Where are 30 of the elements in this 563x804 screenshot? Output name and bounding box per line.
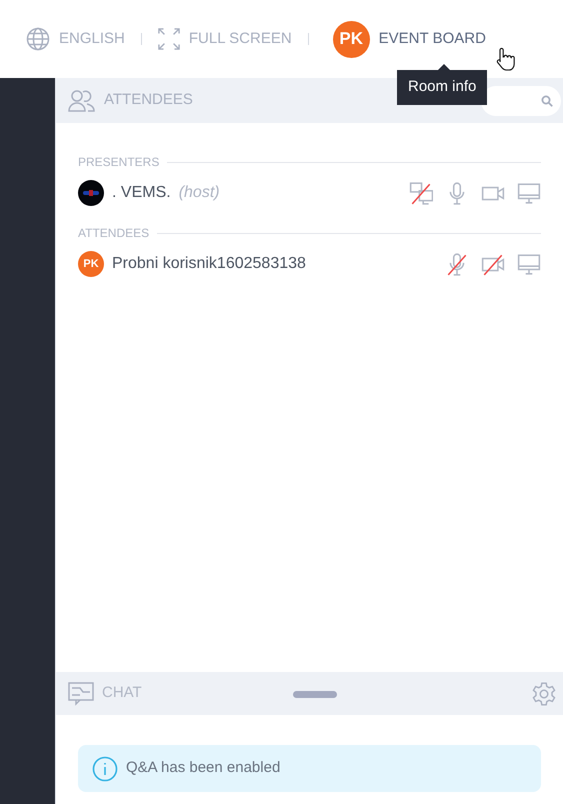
hand-cursor-icon: [494, 47, 516, 73]
chat-icon: [68, 682, 94, 706]
participant-name: . VEMS.: [112, 183, 171, 203]
presenter-icon[interactable]: [409, 181, 433, 205]
settings-icon[interactable]: [531, 680, 557, 706]
group-heading: PRESENTERS: [78, 154, 160, 171]
monitor-icon[interactable]: [517, 252, 541, 276]
monitor-icon[interactable]: [517, 181, 541, 205]
tooltip: Room info: [397, 70, 488, 105]
notice-text: Q&A has been enabled: [126, 758, 280, 778]
chat-title: CHAT: [102, 683, 142, 704]
search-icon: [541, 94, 553, 106]
avatar: PK: [332, 20, 370, 58]
info-icon: [92, 756, 118, 782]
logo-avatar-icon: [78, 180, 104, 206]
room-button[interactable]: PK EVENT BOARD: [332, 20, 486, 58]
fullscreen-button[interactable]: FULL SCREEN: [158, 28, 292, 50]
globe-icon: [26, 27, 50, 51]
language-button[interactable]: ENGLISH: [26, 27, 125, 51]
expand-icon: [158, 28, 180, 50]
mic-icon[interactable]: [445, 252, 469, 276]
drag-handle[interactable]: [293, 691, 337, 698]
role-label: (host): [178, 183, 220, 203]
participant-name: Probni korisnik1602583138: [112, 254, 306, 274]
people-icon: [68, 88, 96, 112]
group-heading: ATTENDEES: [78, 225, 150, 242]
search-field[interactable]: [481, 86, 561, 116]
panel-title: ATTENDEES: [104, 90, 193, 110]
avatar: PK: [78, 251, 104, 277]
camera-icon[interactable]: [481, 252, 505, 276]
